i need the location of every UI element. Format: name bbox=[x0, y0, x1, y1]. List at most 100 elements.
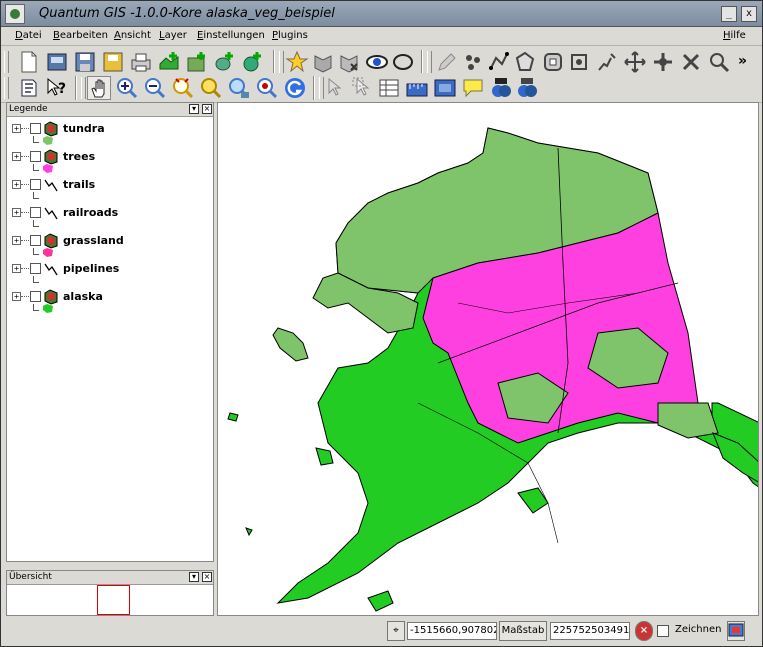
layer-name[interactable]: trees bbox=[63, 150, 95, 163]
toolbar-grip[interactable] bbox=[279, 51, 284, 73]
hide-all-layers-icon[interactable] bbox=[311, 50, 335, 74]
layer-name[interactable]: trails bbox=[63, 178, 95, 191]
toolbar-grip[interactable] bbox=[427, 51, 432, 73]
toolbar-overflow-chevron-icon[interactable]: » bbox=[738, 53, 747, 69]
scale-input[interactable]: 2257525034918 bbox=[550, 622, 630, 640]
help-book-icon[interactable] bbox=[17, 76, 41, 100]
toolbar-grip[interactable] bbox=[4, 77, 9, 99]
open-attribute-table-icon[interactable] bbox=[377, 76, 401, 100]
print-icon[interactable] bbox=[129, 50, 153, 74]
capture-point-icon[interactable] bbox=[461, 50, 485, 74]
expand-toggle-icon[interactable]: + bbox=[12, 292, 21, 301]
menu-plugins[interactable]: Plugins bbox=[272, 30, 308, 41]
layer-name[interactable]: tundra bbox=[63, 122, 105, 135]
pan-hand-icon[interactable] bbox=[87, 76, 111, 100]
show-all-layers-icon[interactable] bbox=[285, 50, 309, 74]
expand-toggle-icon[interactable]: + bbox=[12, 236, 21, 245]
menu-datei[interactable]: Datei bbox=[15, 30, 42, 41]
expand-toggle-icon[interactable]: + bbox=[12, 124, 21, 133]
menu-einstellungen[interactable]: Einstellungen bbox=[197, 30, 265, 41]
add-postgis-layer-icon[interactable] bbox=[213, 50, 237, 74]
expand-toggle-icon[interactable]: + bbox=[12, 180, 21, 189]
save-project-icon[interactable] bbox=[73, 50, 97, 74]
select-features-icon[interactable] bbox=[351, 76, 375, 100]
minimize-button[interactable]: _ bbox=[721, 6, 737, 22]
menu-ansicht[interactable]: Ansicht bbox=[114, 30, 151, 41]
zoom-to-layer-icon[interactable] bbox=[227, 76, 251, 100]
zoom-full-icon[interactable] bbox=[171, 76, 195, 100]
whats-this-help-icon[interactable]: ? bbox=[45, 76, 69, 100]
toolbar-grip[interactable] bbox=[4, 51, 9, 73]
capture-line-icon[interactable] bbox=[487, 50, 511, 74]
projection-icon[interactable] bbox=[727, 621, 745, 641]
float-dock-icon[interactable]: ▾ bbox=[189, 572, 199, 582]
stop-render-icon[interactable]: × bbox=[635, 621, 653, 641]
identify-features-icon[interactable] bbox=[325, 76, 349, 100]
legend-layer-railroads[interactable]: + railroads bbox=[7, 205, 213, 233]
close-dock-icon[interactable]: × bbox=[202, 572, 212, 582]
render-checkbox[interactable] bbox=[657, 625, 669, 637]
new-project-icon[interactable] bbox=[17, 50, 41, 74]
measure-line-icon[interactable] bbox=[405, 76, 429, 100]
map-canvas[interactable] bbox=[217, 102, 759, 616]
layer-name[interactable]: grassland bbox=[63, 234, 124, 247]
add-island-icon[interactable] bbox=[567, 50, 591, 74]
add-vector-layer-icon[interactable] bbox=[157, 50, 181, 74]
in-overview-icon[interactable] bbox=[391, 50, 415, 74]
remove-layer-icon[interactable] bbox=[337, 50, 361, 74]
toolbar-grip[interactable] bbox=[81, 77, 86, 99]
zoom-last-icon[interactable] bbox=[255, 76, 279, 100]
measure-area-icon[interactable] bbox=[433, 76, 457, 100]
add-vertex-icon[interactable] bbox=[651, 50, 675, 74]
legend-layer-grassland[interactable]: + grassland bbox=[7, 233, 213, 261]
legend-layer-tundra[interactable]: + tundra bbox=[7, 121, 213, 149]
add-raster-layer-icon[interactable] bbox=[185, 50, 209, 74]
toggle-editing-pencil-icon[interactable] bbox=[435, 50, 459, 74]
layer-name[interactable]: railroads bbox=[63, 206, 118, 219]
title-bar[interactable]: Quantum GIS -1.0.0-Kore alaska_veg_beisp… bbox=[1, 1, 762, 27]
layer-visibility-checkbox[interactable] bbox=[30, 235, 41, 246]
show-bookmarks-icon[interactable] bbox=[515, 76, 539, 100]
qgis-app-icon[interactable] bbox=[5, 4, 25, 24]
zoom-to-selection-icon[interactable] bbox=[199, 76, 223, 100]
delete-selected-icon[interactable] bbox=[707, 50, 731, 74]
new-bookmark-icon[interactable] bbox=[489, 76, 513, 100]
expand-toggle-icon[interactable]: + bbox=[12, 152, 21, 161]
menu-bearbeiten[interactable]: Bearbeiten bbox=[53, 30, 108, 41]
layer-visibility-checkbox[interactable] bbox=[30, 151, 41, 162]
legend-layer-alaska[interactable]: + alaska bbox=[7, 289, 213, 317]
toolbar-grip[interactable] bbox=[319, 77, 324, 99]
map-tips-icon[interactable] bbox=[461, 76, 485, 100]
layer-visibility-checkbox[interactable] bbox=[30, 179, 41, 190]
close-dock-icon[interactable]: × bbox=[202, 104, 212, 114]
open-project-icon[interactable] bbox=[45, 50, 69, 74]
zoom-out-icon[interactable] bbox=[143, 76, 167, 100]
save-as-icon[interactable] bbox=[101, 50, 125, 74]
overview-eye-icon[interactable] bbox=[365, 50, 389, 74]
move-feature-icon[interactable] bbox=[595, 50, 619, 74]
layer-name[interactable]: pipelines bbox=[63, 262, 119, 275]
layer-visibility-checkbox[interactable] bbox=[30, 123, 41, 134]
refresh-map-icon[interactable] bbox=[283, 76, 307, 100]
scale-button[interactable]: Maßstab bbox=[499, 621, 547, 641]
legend-layer-pipelines[interactable]: + pipelines bbox=[7, 261, 213, 289]
menu-layer[interactable]: Layer bbox=[159, 30, 187, 41]
layer-visibility-checkbox[interactable] bbox=[30, 207, 41, 218]
layer-visibility-checkbox[interactable] bbox=[30, 291, 41, 302]
legend-layer-trails[interactable]: + trails bbox=[7, 177, 213, 205]
close-window-button[interactable]: x bbox=[741, 6, 757, 22]
add-ring-icon[interactable] bbox=[541, 50, 565, 74]
expand-toggle-icon[interactable]: + bbox=[12, 208, 21, 217]
capture-polygon-icon[interactable] bbox=[513, 50, 537, 74]
float-dock-icon[interactable]: ▾ bbox=[189, 104, 199, 114]
coordinate-capture-icon[interactable]: ⌖ bbox=[387, 621, 405, 641]
menu-hilfe[interactable]: Hilfe bbox=[723, 30, 746, 41]
legend-layer-trees[interactable]: + trees bbox=[7, 149, 213, 177]
layer-visibility-checkbox[interactable] bbox=[30, 263, 41, 274]
delete-vertex-icon[interactable] bbox=[679, 50, 703, 74]
zoom-in-icon[interactable] bbox=[115, 76, 139, 100]
move-vertex-icon[interactable] bbox=[623, 50, 647, 74]
add-wms-layer-icon[interactable] bbox=[241, 50, 265, 74]
overview-extent-box[interactable] bbox=[97, 585, 130, 615]
layer-name[interactable]: alaska bbox=[63, 290, 103, 303]
